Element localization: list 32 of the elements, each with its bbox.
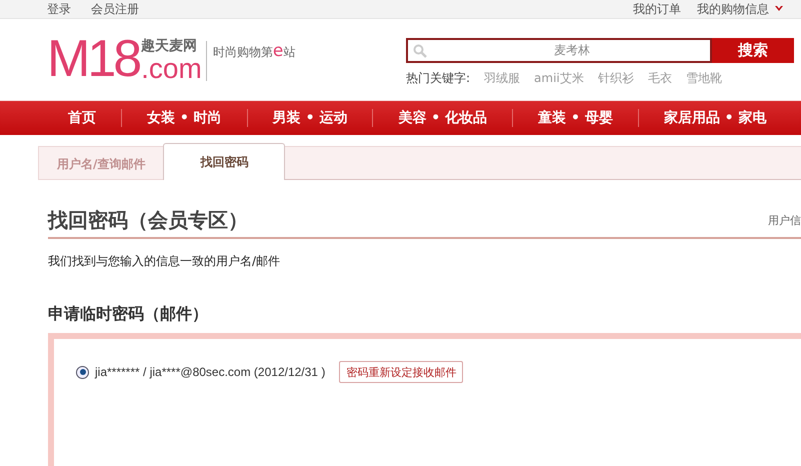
keyword-link[interactable]: 雪地靴 <box>686 70 722 87</box>
nav-item[interactable]: 女装 • 时尚 <box>122 109 247 127</box>
notice-text: 我们找到与您输入的信息一致的用户名/邮件 <box>48 253 282 270</box>
logo-name: 趣天麦网 <box>141 37 198 55</box>
caret-icon <box>775 6 783 12</box>
nav-item[interactable]: 男装 • 运动 <box>248 109 372 127</box>
nav-item[interactable]: 家居用品 • 家电 <box>638 109 792 127</box>
top-link[interactable]: 我的订单 <box>633 0 681 18</box>
keyword-link[interactable]: 毛衣 <box>648 70 672 87</box>
top-link[interactable]: 登录 <box>47 0 71 18</box>
radio-button[interactable] <box>76 366 89 378</box>
account-label: jia******* / jia****@80sec.com (2012/12/31 ) <box>95 365 326 379</box>
nav-item[interactable]: 童装 • 母婴 <box>513 109 638 127</box>
side-link[interactable]: 用户信 <box>768 213 801 228</box>
top-link[interactable]: 会员注册 <box>91 0 139 18</box>
logo-text: M18 <box>47 35 140 83</box>
logo-domain: .com <box>141 55 202 83</box>
hot-label: 热门关键字: <box>406 70 470 87</box>
keyword-link[interactable]: 针织衫 <box>598 70 634 87</box>
keyword-link[interactable]: 羽绒服 <box>484 70 520 87</box>
nav-item[interactable]: 美容 • 化妆品 <box>373 109 512 127</box>
page-title: 找回密码（会员专区） <box>48 207 248 234</box>
section-title: 申请临时密码（邮件） <box>48 304 209 325</box>
search-icon <box>413 44 427 58</box>
keyword-link[interactable]: amii艾米 <box>534 70 584 87</box>
slogan: 时尚购物第e站 <box>212 40 296 61</box>
search-button[interactable]: 搜索 <box>712 38 794 63</box>
send-email-button[interactable]: 密码重新设定接收邮件 <box>339 361 464 383</box>
nav-item[interactable]: 首页 <box>68 109 121 127</box>
tab[interactable]: 找回密码 <box>163 143 286 180</box>
top-link[interactable]: 我的购物信息 <box>697 0 769 18</box>
search-field[interactable]: 麦考林 <box>406 38 712 63</box>
